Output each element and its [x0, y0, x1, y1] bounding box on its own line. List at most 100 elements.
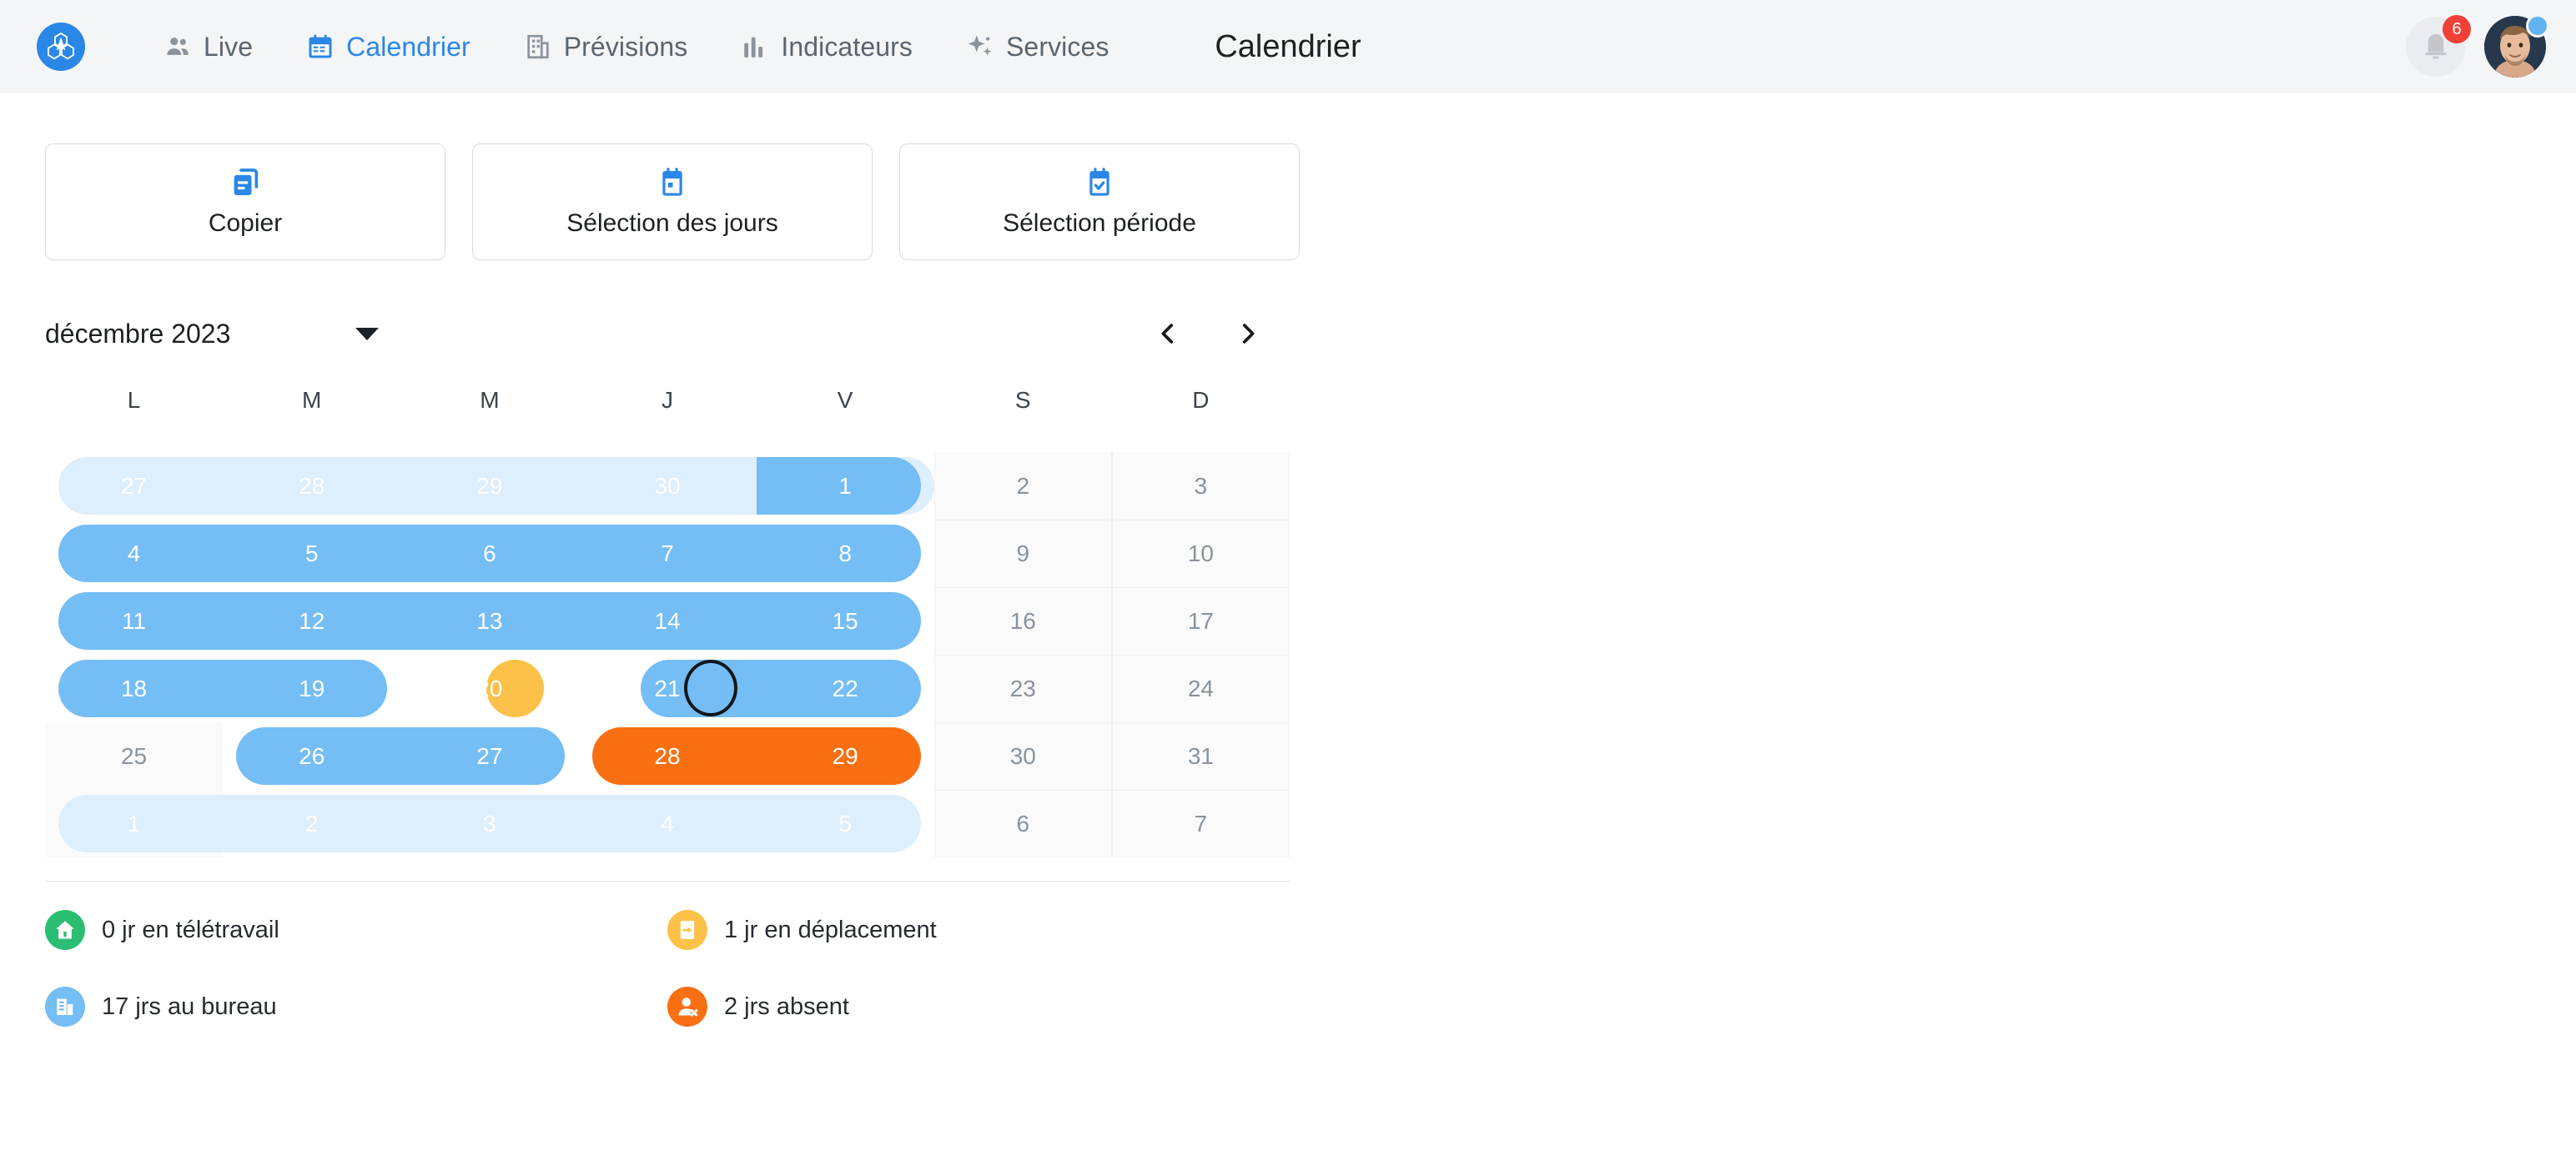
day-cell[interactable]: 14 [578, 587, 756, 655]
calendar-widget: L M M J V S D 27 28 29 30 1 2 3 4 5 6 7 … [45, 387, 1290, 882]
day-cell[interactable]: 23 [934, 655, 1112, 722]
app-logo[interactable] [37, 23, 85, 71]
legend-label: 2 jrs absent [724, 993, 849, 1020]
day-cell[interactable]: 15 [757, 587, 934, 655]
calendar-icon [309, 34, 332, 58]
top-navigation-bar: Live Calendrier Prévisions Indicateurs S… [0, 0, 2576, 93]
chevron-down-icon [355, 327, 379, 340]
calendar-check-icon [1089, 168, 1109, 196]
previous-month-button[interactable] [1150, 315, 1186, 352]
month-navigation-bar: décembre 2023 [45, 309, 1290, 359]
dow-label: D [1192, 387, 1210, 413]
day-cell[interactable]: 19 [223, 655, 400, 722]
nav-item-previsions[interactable]: Prévisions [497, 0, 715, 93]
user-x-glyph [678, 998, 698, 1017]
day-cell[interactable]: 3 [1112, 452, 1290, 520]
legend-item-teletravail: 0 jr en télétravail [45, 910, 667, 950]
day-of-week-header: L M M J V S D [45, 387, 1290, 434]
day-cell[interactable]: 1 [757, 452, 934, 520]
day-cell[interactable]: 29 [757, 722, 934, 790]
day-cell[interactable]: 28 [578, 722, 756, 790]
day-cell[interactable]: 1 [45, 790, 223, 857]
day-cell[interactable]: 29 [400, 452, 578, 520]
day-cell[interactable]: 3 [400, 790, 578, 857]
day-cell[interactable]: 10 [1112, 520, 1290, 587]
day-cell[interactable]: 12 [223, 587, 400, 655]
day-cell[interactable]: 9 [934, 520, 1112, 587]
day-cell-today[interactable]: 21 [578, 655, 756, 722]
day-cell[interactable]: 4 [45, 520, 223, 587]
selection-des-jours-label: Sélection des jours [566, 209, 778, 237]
calendar-week-row: 1 2 3 4 5 6 7 [45, 790, 1290, 857]
notification-count-badge: 6 [2443, 15, 2471, 43]
day-cell[interactable]: 20 [400, 655, 578, 722]
day-cell[interactable]: 7 [578, 520, 756, 587]
nav-item-label: Live [204, 31, 254, 62]
day-cell[interactable]: 26 [223, 722, 400, 790]
calendar-toolbar: Copier Sélection des jours Sélection pér… [0, 93, 2576, 260]
nav-item-label: Prévisions [563, 31, 688, 62]
dow-label: S [1014, 387, 1031, 413]
legend-item-absent: 2 jrs absent [667, 987, 1290, 1027]
day-cell[interactable]: 5 [757, 790, 934, 857]
month-selector[interactable]: décembre 2023 [45, 319, 479, 349]
exit-door-glyph [680, 921, 695, 939]
day-cell[interactable]: 6 [934, 790, 1112, 857]
next-month-button[interactable] [1230, 315, 1266, 352]
nav-item-live[interactable]: Live [137, 0, 279, 93]
selection-des-jours-button[interactable]: Sélection des jours [472, 143, 873, 260]
day-cell[interactable]: 2 [223, 790, 400, 857]
nav-item-label: Services [1005, 31, 1109, 62]
day-cell[interactable]: 8 [757, 520, 934, 587]
day-cell[interactable]: 16 [934, 587, 1112, 655]
day-cell[interactable]: 17 [1112, 587, 1290, 655]
calendar-week-row: 4 5 6 7 8 9 10 [45, 520, 1290, 587]
day-cell[interactable]: 13 [400, 587, 578, 655]
dow-label: V [837, 387, 853, 413]
copy-icon [234, 168, 259, 195]
day-cell[interactable]: 6 [400, 520, 578, 587]
day-cell[interactable]: 27 [400, 722, 578, 790]
day-cell[interactable]: 30 [934, 722, 1112, 790]
day-cell[interactable]: 11 [45, 587, 223, 655]
sparkle-icon [968, 35, 992, 56]
day-cell[interactable]: 31 [1112, 722, 1290, 790]
calendar-legend: 0 jr en télétravail 1 jr en déplacement … [45, 910, 1290, 1027]
people-icon [167, 38, 189, 55]
day-cell[interactable]: 5 [223, 520, 400, 587]
calendar-day-icon [662, 168, 682, 196]
legend-item-bureau: 17 jrs au bureau [45, 987, 667, 1027]
day-cell[interactable]: 4 [578, 790, 756, 857]
chevron-left-icon [1161, 324, 1174, 344]
building-icon [527, 34, 549, 59]
home-glyph [56, 921, 74, 939]
dow-label: M [302, 387, 322, 413]
day-cell[interactable]: 24 [1112, 655, 1290, 722]
nav-item-services[interactable]: Services [939, 0, 1136, 93]
home-icon [45, 910, 85, 950]
notifications-button[interactable]: 6 [2406, 15, 2471, 77]
day-cell[interactable]: 25 [45, 722, 223, 790]
trefoil-logo-icon [48, 33, 74, 60]
chevron-right-icon [1242, 324, 1255, 344]
day-cell[interactable]: 18 [45, 655, 223, 722]
calendar-grid: 27 28 29 30 1 2 3 4 5 6 7 8 9 10 11 12 1… [45, 452, 1290, 882]
exit-door-icon [667, 910, 707, 950]
day-cell[interactable]: 2 [934, 452, 1112, 520]
dow-label: M [480, 387, 500, 413]
nav-item-label: Calendrier [346, 31, 470, 62]
day-cell[interactable]: 7 [1112, 790, 1290, 857]
nav-item-calendrier[interactable]: Calendrier [279, 0, 497, 93]
calendar-week-row: 25 26 27 28 29 30 31 [45, 722, 1290, 857]
selection-periode-button[interactable]: Sélection période [899, 143, 1300, 260]
calendar-week-row: 27 28 29 30 1 2 3 [45, 452, 1290, 520]
user-avatar-button[interactable] [2484, 14, 2549, 78]
day-cell[interactable]: 27 [45, 452, 223, 520]
nav-item-indicateurs[interactable]: Indicateurs [714, 0, 939, 93]
day-cell[interactable]: 28 [223, 452, 400, 520]
copier-button[interactable]: Copier [45, 143, 445, 260]
topbar-right-cluster: 6 [2406, 0, 2549, 93]
day-cell[interactable]: 30 [578, 452, 756, 520]
month-arrows [1150, 315, 1290, 352]
day-cell[interactable]: 22 [757, 655, 934, 722]
